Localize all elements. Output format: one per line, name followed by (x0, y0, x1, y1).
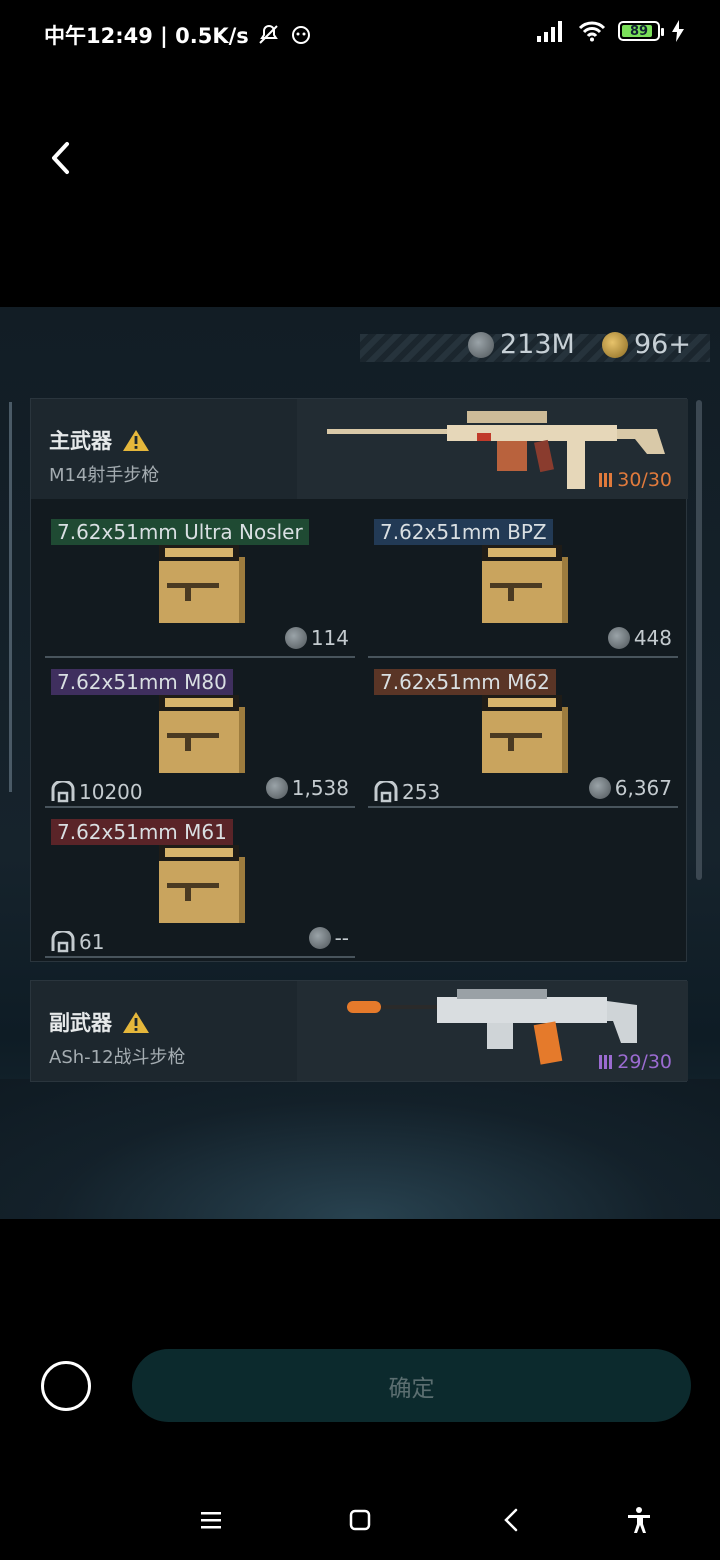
ammo-bar (599, 473, 603, 487)
price-value: 1,538 (291, 776, 349, 800)
ammo-stock: 61 (51, 930, 104, 954)
warning-icon (123, 1012, 149, 1033)
silver-coin-icon (308, 927, 331, 949)
wifi-icon (578, 21, 606, 42)
back-button[interactable] (40, 135, 80, 181)
ammo-price: -- (308, 926, 349, 950)
price-value: 448 (633, 626, 672, 650)
status-right: 89 (536, 20, 684, 42)
ammo-box-icon (482, 545, 568, 623)
nav-back-button[interactable] (489, 1498, 533, 1542)
primary-ammo-count: 30/30 (599, 469, 672, 491)
chevron-left-icon (52, 142, 69, 174)
ammo-price: 6,367 (588, 776, 672, 800)
game-screenshot: 213M 96+ 主武器 M14射手步枪 30/30 7.62x51mm Ult… (0, 307, 720, 1219)
ammo-name: 7.62x51mm M80 (51, 669, 233, 695)
ammo-box-icon (159, 695, 245, 773)
silver-currency: 213M (468, 329, 575, 360)
ammo-bar (599, 1055, 603, 1069)
price-value: 6,367 (614, 776, 672, 800)
warning-icon (123, 430, 149, 451)
home-button[interactable] (338, 1498, 382, 1542)
battery-tip (661, 28, 664, 36)
menu-icon (201, 1512, 221, 1529)
secondary-weapon-title: 副武器 (49, 1007, 150, 1037)
silver-amount: 213M (500, 329, 575, 360)
ammo-price: 114 (284, 626, 349, 650)
mute-bell-icon (259, 24, 278, 44)
ammo-bar (609, 473, 613, 487)
select-radio-button[interactable] (41, 1361, 91, 1411)
secondary-weapon-name: ASh-12战斗步枪 (49, 1047, 186, 1068)
ammo-price: 448 (607, 626, 672, 650)
primary-ammo-text: 30/30 (617, 469, 672, 491)
ammo-name: 7.62x51mm M62 (374, 669, 556, 695)
silver-coin-icon (607, 627, 630, 649)
ammo-tile[interactable]: 7.62x51mm BPZ 448 (368, 513, 678, 658)
accessibility-button[interactable] (617, 1498, 661, 1542)
ammo-bar (609, 1055, 613, 1069)
battery-icon: 89 (618, 21, 664, 41)
silver-coin-icon (265, 777, 288, 799)
secondary-weapon-card[interactable]: 副武器 ASh-12战斗步枪 29/30 (30, 980, 688, 1082)
ammo-box-icon (482, 695, 568, 773)
primary-weapon-name: M14射手步枪 (49, 465, 160, 486)
menu-button[interactable] (189, 1498, 233, 1542)
battery-level: 89 (629, 23, 649, 39)
ammo-tile[interactable]: 7.62x51mm M61 61 -- (45, 813, 355, 958)
accessibility-icon (628, 1507, 650, 1533)
left-scroll-edge (0, 402, 12, 792)
charging-icon (672, 20, 684, 42)
ammo-name: 7.62x51mm Ultra Nosler (51, 519, 309, 545)
secondary-weapon-category: 副武器 (49, 1011, 112, 1035)
ammo-bars-icon (599, 473, 613, 487)
system-nav-bar (0, 1478, 720, 1558)
ammo-name: 7.62x51mm M61 (51, 819, 233, 845)
silver-coin-icon (284, 627, 307, 649)
ammo-stock: 253 (374, 780, 440, 804)
stock-value: 10200 (79, 780, 143, 804)
secondary-ammo-text: 29/30 (617, 1051, 672, 1073)
price-value: 114 (310, 626, 349, 650)
app-notification-icon (291, 26, 310, 44)
primary-weapon-title: 主武器 (49, 425, 150, 455)
stash-icon (51, 781, 75, 803)
ammo-bar (604, 473, 608, 487)
ammo-tile[interactable]: 7.62x51mm M80 10200 1,538 (45, 663, 355, 808)
ammo-bars-icon (599, 1055, 613, 1069)
ammo-box-icon (159, 545, 245, 623)
gold-coin-icon (602, 331, 628, 358)
signal-icon (537, 21, 562, 42)
ammo-bar (604, 1055, 608, 1069)
back-triangle-icon (504, 1508, 518, 1532)
status-left: 中午12:49 | 0.5K/s (44, 20, 313, 50)
ammo-grid: 7.62x51mm Ultra Nosler 114 7.62x51mm BPZ… (31, 499, 686, 961)
confirm-button[interactable]: 确定 (132, 1349, 691, 1422)
primary-weapon-header[interactable]: 主武器 M14射手步枪 30/30 (31, 399, 688, 499)
secondary-ammo-count: 29/30 (599, 1051, 672, 1073)
primary-weapon-category: 主武器 (49, 429, 112, 453)
scrollbar[interactable] (696, 400, 702, 880)
ammo-tile[interactable]: 7.62x51mm M62 253 6,367 (368, 663, 678, 808)
gold-currency: 96+ (602, 329, 691, 360)
price-value: -- (334, 926, 349, 950)
ammo-box-icon (159, 845, 245, 923)
water-background (0, 1079, 720, 1219)
gold-amount: 96+ (634, 329, 691, 360)
stock-value: 61 (79, 930, 105, 954)
silver-coin-icon (468, 331, 494, 358)
home-square-icon (349, 1509, 371, 1531)
stash-icon (374, 781, 398, 803)
primary-weapon-card[interactable]: 主武器 M14射手步枪 30/30 7.62x51mm Ultra Nosler… (30, 398, 688, 962)
ammo-name: 7.62x51mm BPZ (374, 519, 553, 545)
status-time: 中午12:49 | 0.5K/s (44, 24, 249, 48)
ammo-price: 1,538 (265, 776, 349, 800)
stash-icon (51, 931, 75, 953)
ammo-tile[interactable]: 7.62x51mm Ultra Nosler 114 (45, 513, 355, 658)
secondary-weapon-header[interactable]: 副武器 ASh-12战斗步枪 29/30 (31, 981, 688, 1081)
silver-coin-icon (588, 777, 611, 799)
stock-value: 253 (402, 780, 441, 804)
ammo-stock: 10200 (51, 780, 143, 804)
status-bar: 中午12:49 | 0.5K/s 89 (0, 0, 720, 66)
